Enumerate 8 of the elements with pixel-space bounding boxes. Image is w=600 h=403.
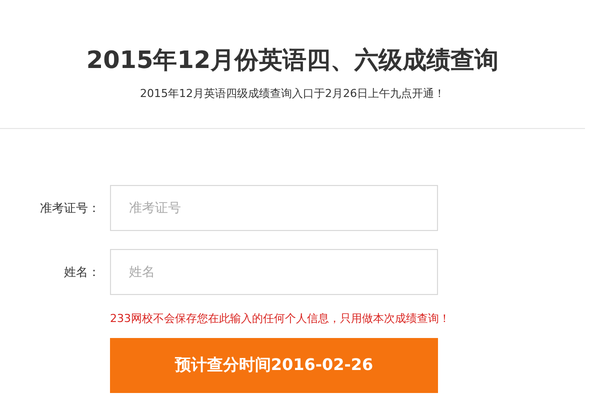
- page-title: 2015年12月份英语四、六级成绩查询: [86, 45, 499, 76]
- input-field[interactable]: 准考证号: [110, 185, 438, 231]
- field-label: 姓名：: [63, 264, 100, 280]
- input-field[interactable]: 姓名: [110, 249, 438, 295]
- privacy-notice: 233网校不会保存您在此输入的任何个人信息，只用做本次成绩查询！: [110, 311, 450, 326]
- query-button[interactable]: 预计查分时间2016-02-26: [110, 338, 438, 393]
- field-label: 准考证号：: [39, 200, 100, 216]
- notice-text: 2015年12月英语四级成绩查询入口于2月26日上午九点开通！: [140, 86, 445, 102]
